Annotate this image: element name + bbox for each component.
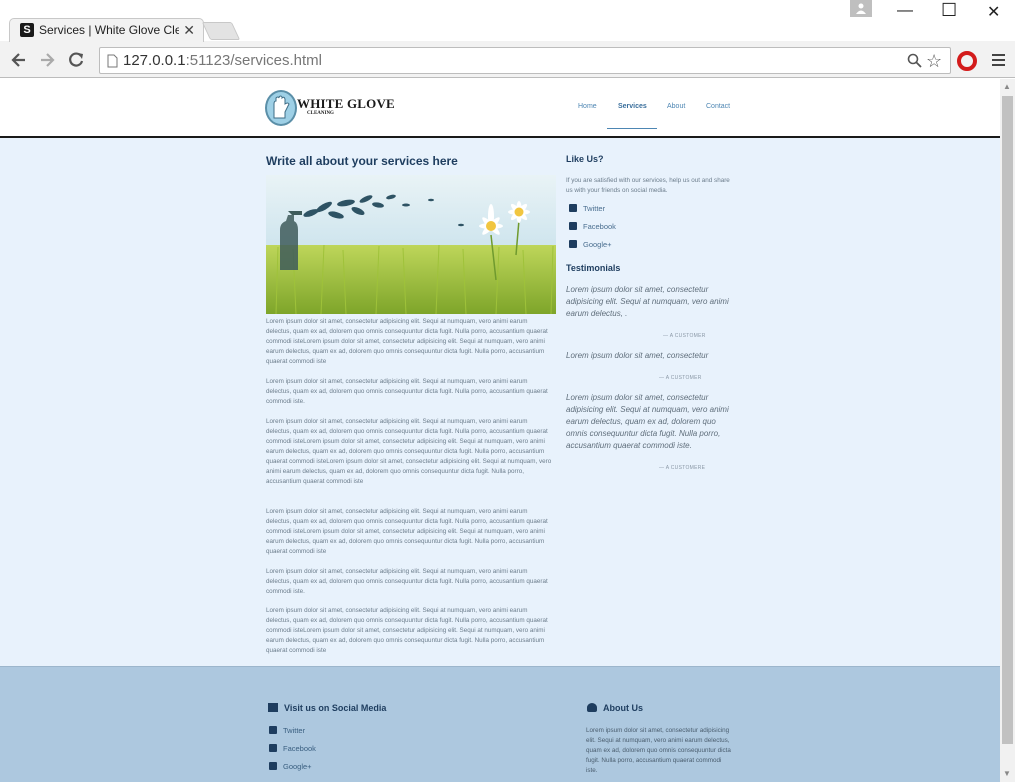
testimonial-cite: — A CUSTOMER: [663, 333, 706, 339]
like-us-heading: Like Us?: [566, 154, 604, 164]
hero-image: [266, 175, 556, 314]
testimonial-quote: Lorem ipsum dolor sit amet, consectetur: [566, 351, 709, 360]
service-paragraph: Lorem ipsum dolor sit amet, consectetur …: [266, 607, 548, 654]
service-paragraph: Lorem ipsum dolor sit amet, consectetur …: [266, 418, 552, 485]
menu-icon[interactable]: [992, 54, 1005, 69]
tab-close-icon[interactable]: ✕: [183, 22, 195, 39]
nav-active-indicator: [607, 128, 657, 129]
tab-title: Services | White Glove Cle: [39, 23, 179, 37]
footer-social-heading: Visit us on Social Media: [268, 703, 386, 713]
megaphone-icon: [268, 703, 278, 712]
scrollbar-thumb[interactable]: [1002, 96, 1013, 744]
browser-toolbar: 127.0.0.1:51123/services.html ☆: [0, 42, 1015, 78]
scroll-up-icon[interactable]: ▲: [1003, 82, 1011, 91]
page-scrollbar[interactable]: ▲ ▼: [1000, 79, 1015, 782]
nav-about[interactable]: About: [667, 103, 685, 110]
site-header: WHITE GLOVE CLEANING Home Services About…: [0, 79, 1000, 138]
zoom-icon[interactable]: [907, 53, 922, 68]
site-logo[interactable]: WHITE GLOVE CLEANING: [265, 88, 395, 128]
star-icon[interactable]: ☆: [926, 51, 942, 72]
testimonials-heading: Testimonials: [566, 263, 621, 273]
facebook-icon: [269, 744, 277, 752]
page-title: Write all about your services here: [266, 154, 458, 168]
like-us-text: If you are satisfied with our services, …: [566, 177, 730, 194]
glove-logo-icon: [265, 90, 297, 126]
logo-subtext: CLEANING: [307, 111, 334, 116]
nav-services[interactable]: Services: [618, 103, 647, 110]
logo-text: WHITE GLOVE: [297, 96, 395, 111]
forward-icon[interactable]: [37, 50, 57, 70]
tab-strip: S Services | White Glove Cle ✕ — ☐ ✕: [0, 0, 1015, 42]
testimonial-cite: — A CUSTOMER: [659, 375, 702, 381]
service-paragraph: Lorem ipsum dolor sit amet, consectetur …: [266, 508, 548, 555]
footer-google-plus-link[interactable]: Google+: [269, 762, 312, 771]
sidebar-twitter-link[interactable]: Twitter: [569, 204, 605, 213]
site-favicon-icon: S: [20, 23, 34, 37]
opera-icon[interactable]: [957, 51, 977, 71]
website: WHITE GLOVE CLEANING Home Services About…: [0, 79, 1000, 782]
twitter-icon: [269, 726, 277, 734]
footer-about-heading: About Us: [587, 703, 643, 713]
sidebar-facebook-link[interactable]: Facebook: [569, 222, 616, 231]
google-plus-icon: [269, 762, 277, 770]
url-text: 127.0.0.1:51123/services.html: [123, 52, 323, 69]
nav-home[interactable]: Home: [578, 103, 597, 110]
page-viewport: WHITE GLOVE CLEANING Home Services About…: [0, 79, 1015, 782]
new-tab-button[interactable]: [201, 22, 241, 40]
scroll-down-icon[interactable]: ▼: [1003, 769, 1011, 778]
service-paragraph: Lorem ipsum dolor sit amet, consectetur …: [266, 378, 548, 405]
address-bar[interactable]: 127.0.0.1:51123/services.html ☆: [99, 47, 951, 74]
browser-tab[interactable]: S Services | White Glove Cle ✕: [9, 18, 204, 42]
footer-about-text: Lorem ipsum dolor sit amet, consectetur …: [586, 727, 731, 774]
testimonial-quote: Lorem ipsum dolor sit amet, consectetur …: [566, 393, 729, 450]
user-icon: [587, 703, 597, 712]
facebook-icon: [569, 222, 577, 230]
footer-facebook-link[interactable]: Facebook: [269, 744, 316, 753]
maximize-icon[interactable]: ☐: [941, 0, 957, 21]
reload-icon[interactable]: [66, 50, 86, 70]
footer-twitter-link[interactable]: Twitter: [269, 726, 305, 735]
page-icon: [107, 54, 118, 68]
sidebar-google-plus-link[interactable]: Google+: [569, 240, 612, 249]
twitter-icon: [569, 204, 577, 212]
profile-icon[interactable]: [850, 0, 872, 17]
window-close-icon[interactable]: ✕: [987, 2, 1000, 22]
nav-contact[interactable]: Contact: [706, 103, 730, 110]
service-paragraph: Lorem ipsum dolor sit amet, consectetur …: [266, 318, 548, 365]
google-plus-icon: [569, 240, 577, 248]
back-icon[interactable]: [9, 50, 29, 70]
site-footer: Visit us on Social Media Twitter Faceboo…: [0, 666, 1000, 782]
testimonial-cite: — A CUSTOMERE: [659, 465, 706, 471]
browser-chrome: S Services | White Glove Cle ✕ — ☐ ✕ 127…: [0, 0, 1015, 78]
testimonial-quote: Lorem ipsum dolor sit amet, consectetur …: [566, 285, 729, 318]
minimize-icon[interactable]: —: [897, 2, 913, 20]
service-paragraph: Lorem ipsum dolor sit amet, consectetur …: [266, 568, 548, 595]
